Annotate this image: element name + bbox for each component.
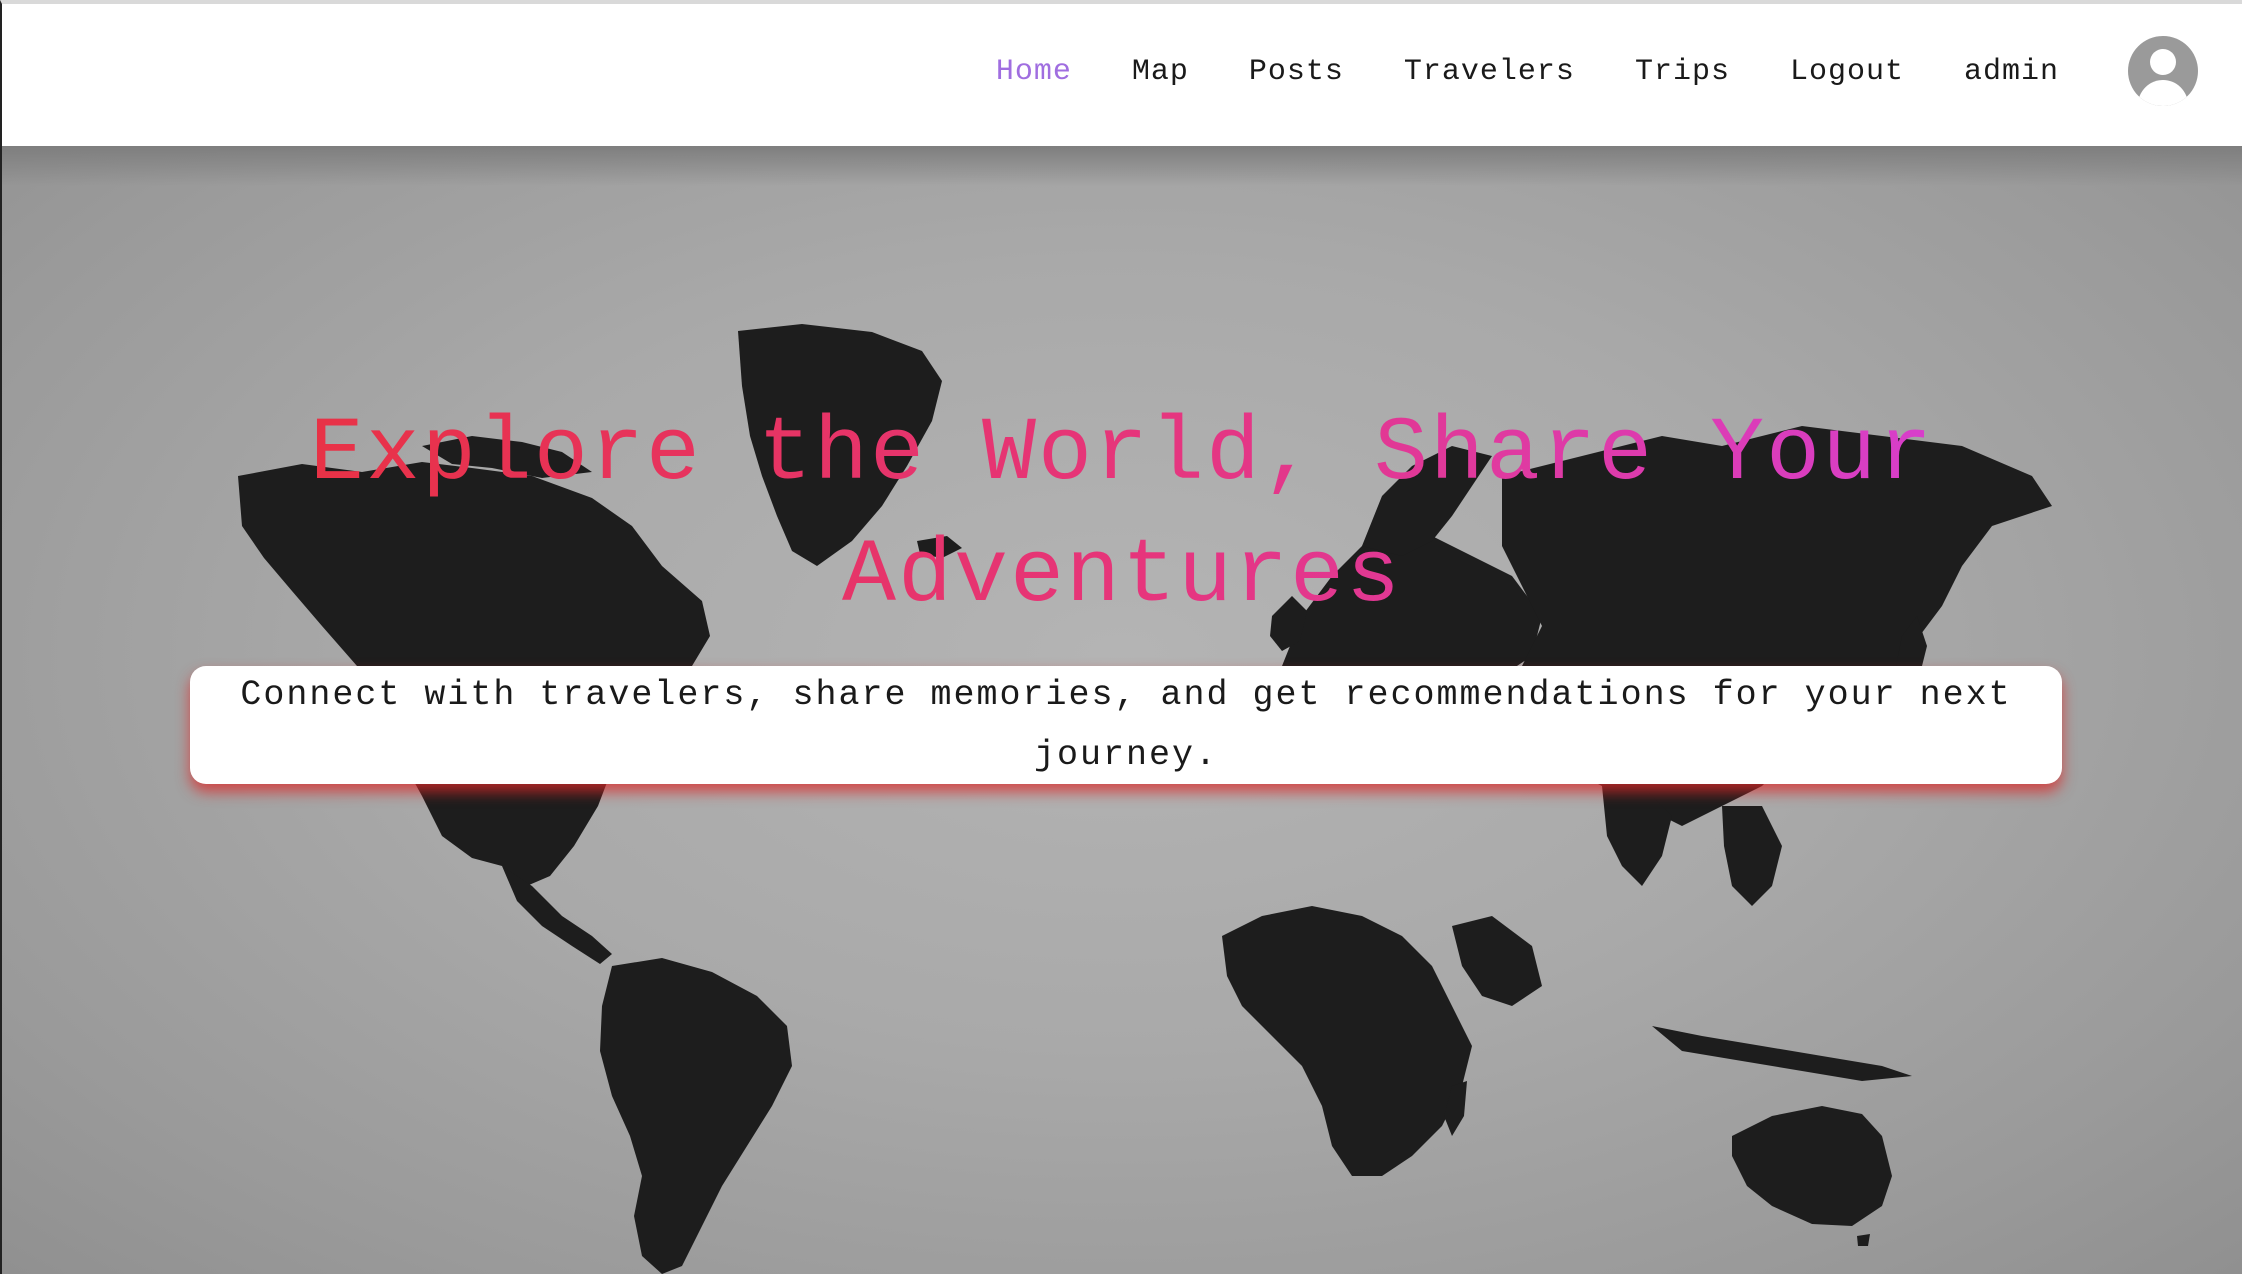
africa-shape <box>1222 906 1472 1176</box>
central-america-shape <box>502 866 612 964</box>
hero-title: Explore the World, Share Your Adventures <box>202 394 2042 638</box>
nav-posts-link[interactable]: Posts <box>1249 55 1344 89</box>
hero-subtitle-card: Connect with travelers, share memories, … <box>190 666 2062 784</box>
nav-map-link[interactable]: Map <box>1132 55 1189 89</box>
top-navbar: Home Map Posts Travelers Trips Logout ad… <box>0 0 2242 146</box>
australia-shape <box>1732 1106 1892 1226</box>
nav-home-link[interactable]: Home <box>996 55 1072 89</box>
avatar-body-shape <box>2138 80 2188 106</box>
south-america-shape <box>600 958 792 1274</box>
nav-links: Home Map Posts Travelers Trips Logout ad… <box>936 55 2059 89</box>
nav-logout-link[interactable]: Logout <box>1790 55 1904 89</box>
hero-subtitle: Connect with travelers, share memories, … <box>240 675 2012 775</box>
tasmania-shape <box>1857 1234 1870 1246</box>
user-avatar-icon[interactable] <box>2128 36 2198 106</box>
indonesia-shape <box>1652 1026 1912 1081</box>
avatar-head-shape <box>2150 49 2176 75</box>
page: Home Map Posts Travelers Trips Logout ad… <box>0 0 2242 1274</box>
nav-trips-link[interactable]: Trips <box>1635 55 1730 89</box>
nav-travelers-link[interactable]: Travelers <box>1404 55 1575 89</box>
southeast-asia-shape <box>1722 806 1782 906</box>
arabia-shape <box>1452 916 1542 1006</box>
nav-username-link[interactable]: admin <box>1964 55 2059 89</box>
hero-section: Explore the World, Share Your Adventures… <box>0 146 2242 1274</box>
